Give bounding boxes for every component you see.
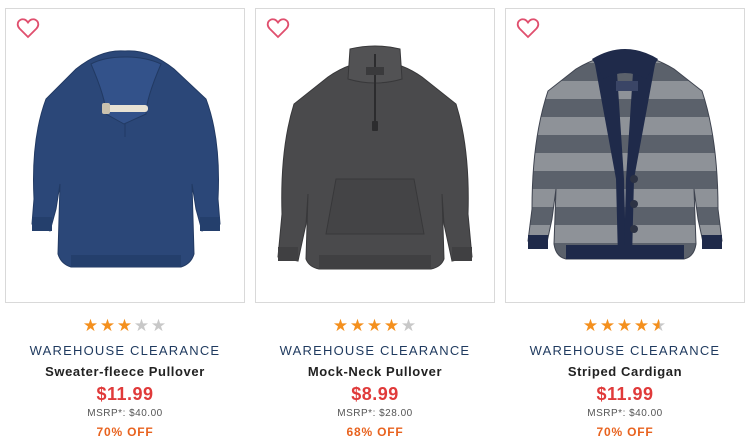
product-card[interactable]: ★★★★★ WAREHOUSE CLEARANCE Mock-Neck Pull… xyxy=(250,0,500,448)
heart-outline-icon[interactable] xyxy=(16,17,40,39)
rating-stars: ★★★★★ xyxy=(250,316,500,336)
star-filled-icon: ★ xyxy=(349,316,367,335)
product-msrp: MSRP*: $28.00 xyxy=(337,408,413,419)
product-card[interactable]: ★★★★★ WAREHOUSE CLEARANCE Sweater-fleece… xyxy=(0,0,250,448)
star-filled-icon: ★ xyxy=(332,316,350,335)
product-discount: 70% OFF xyxy=(96,425,154,439)
star-empty-icon: ★ xyxy=(150,316,168,335)
star-filled-icon: ★ xyxy=(616,316,634,335)
star-half-icon: ★ xyxy=(650,316,668,335)
product-category: WAREHOUSE CLEARANCE xyxy=(29,343,221,358)
product-grid: ★★★★★ WAREHOUSE CLEARANCE Sweater-fleece… xyxy=(0,0,750,448)
product-image[interactable] xyxy=(256,9,494,302)
star-filled-icon: ★ xyxy=(383,316,401,335)
heart-outline-icon[interactable] xyxy=(266,17,290,39)
product-category: WAREHOUSE CLEARANCE xyxy=(529,343,721,358)
product-name[interactable]: Sweater-fleece Pullover xyxy=(0,364,250,379)
star-filled-icon: ★ xyxy=(599,316,617,335)
product-msrp: MSRP*: $40.00 xyxy=(587,408,663,419)
product-discount: 68% OFF xyxy=(346,425,404,439)
product-name[interactable]: Mock-Neck Pullover xyxy=(250,364,500,379)
product-price: $11.99 xyxy=(96,384,154,404)
product-msrp: MSRP*: $40.00 xyxy=(87,408,163,419)
star-filled-icon: ★ xyxy=(582,316,600,335)
product-category: WAREHOUSE CLEARANCE xyxy=(279,343,471,358)
product-discount: 70% OFF xyxy=(596,425,654,439)
product-image[interactable] xyxy=(6,9,244,302)
heart-outline-icon[interactable] xyxy=(516,17,540,39)
product-image-frame[interactable] xyxy=(5,8,245,303)
product-image-frame[interactable] xyxy=(255,8,495,303)
rating-stars: ★★★★★ xyxy=(0,316,250,336)
product-image-frame[interactable] xyxy=(505,8,745,303)
star-empty-icon: ★ xyxy=(133,316,151,335)
product-price: $8.99 xyxy=(351,384,399,404)
product-image[interactable] xyxy=(506,9,744,302)
star-filled-icon: ★ xyxy=(99,316,117,335)
star-filled-icon: ★ xyxy=(366,316,384,335)
star-filled-icon: ★ xyxy=(116,316,134,335)
product-name[interactable]: Striped Cardigan xyxy=(500,364,750,379)
rating-stars: ★★★★★ xyxy=(500,316,750,336)
star-filled-icon: ★ xyxy=(82,316,100,335)
product-card[interactable]: ★★★★★ WAREHOUSE CLEARANCE Striped Cardig… xyxy=(500,0,750,448)
star-empty-icon: ★ xyxy=(400,316,418,335)
product-price: $11.99 xyxy=(596,384,654,404)
star-filled-icon: ★ xyxy=(633,316,651,335)
